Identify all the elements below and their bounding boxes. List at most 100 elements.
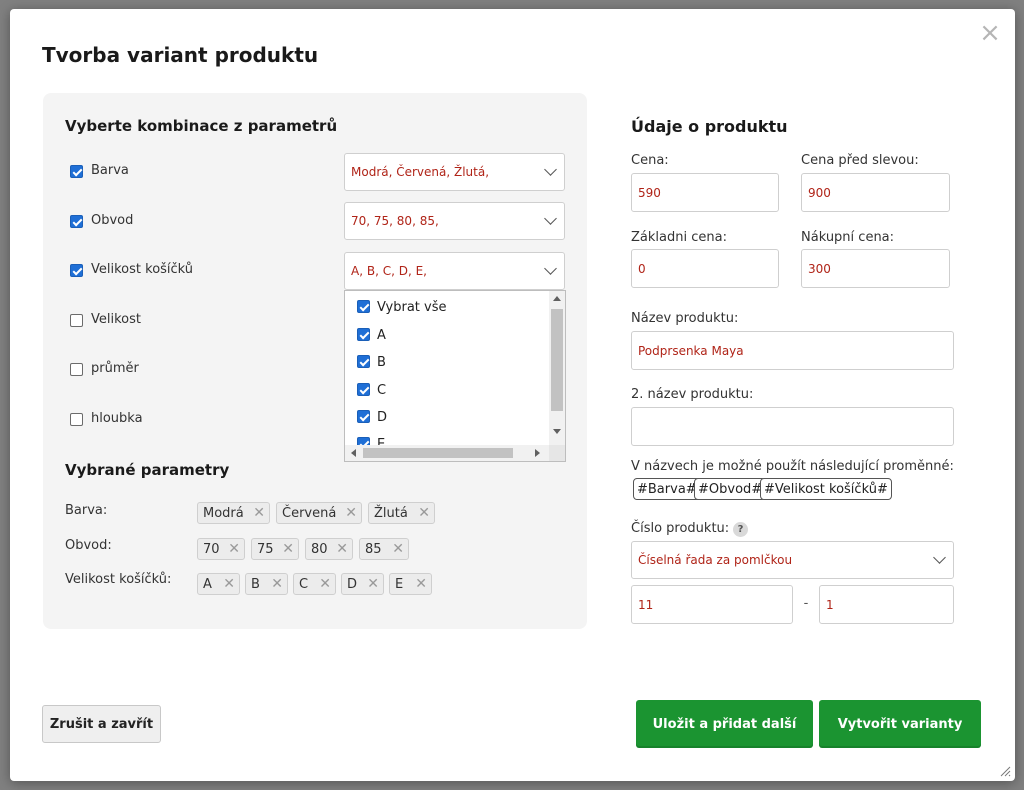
variable-chip-velikost-kosicku[interactable]: #Velikost košíčků# <box>760 478 892 500</box>
tag-label: Žlutá <box>374 505 408 521</box>
product-name2-input[interactable] <box>631 407 954 446</box>
scroll-right-icon[interactable] <box>535 449 540 457</box>
selected-tag[interactable]: 80 ✕ <box>305 538 353 560</box>
scroll-left-icon[interactable] <box>351 449 356 457</box>
selected-tag[interactable]: A ✕ <box>197 573 240 595</box>
product-name-label: Název produktu: <box>631 311 739 326</box>
selected-tag[interactable]: Modrá ✕ <box>197 502 270 524</box>
scrollbar-thumb[interactable] <box>363 448 513 458</box>
param-select-value: Modrá, Červená, Žlutá, <box>351 165 490 179</box>
remove-icon[interactable]: ✕ <box>367 576 379 592</box>
tag-label: Modrá <box>203 505 244 521</box>
param-checkbox-velikost[interactable] <box>70 314 83 327</box>
resize-handle-icon[interactable] <box>999 765 1011 777</box>
number-start-input[interactable]: 11 <box>631 585 793 624</box>
option-checkbox[interactable] <box>357 328 370 341</box>
dropdown-option[interactable]: C <box>357 380 386 400</box>
scrollbar-thumb[interactable] <box>551 309 563 411</box>
remove-icon[interactable]: ✕ <box>345 505 357 521</box>
number-mode-value: Číselná řada za pomlčkou <box>638 553 793 567</box>
create-variants-button[interactable]: Vytvořit varianty <box>819 700 981 748</box>
chevron-down-icon <box>544 212 557 225</box>
purchase-price-input[interactable]: 300 <box>801 249 950 288</box>
scroll-down-icon[interactable] <box>553 429 561 434</box>
base-price-label: Základni cena: <box>631 230 727 245</box>
param-label-velikost: Velikost <box>91 312 141 327</box>
remove-icon[interactable]: ✕ <box>253 505 265 521</box>
number-step-input[interactable]: 1 <box>819 585 954 624</box>
param-checkbox-obvod[interactable] <box>70 215 83 228</box>
param-select-value: 70, 75, 80, 85, <box>351 214 439 228</box>
param-checkbox-barva[interactable] <box>70 165 83 178</box>
selected-tag[interactable]: 70 ✕ <box>197 538 245 560</box>
selected-tag[interactable]: C ✕ <box>293 573 336 595</box>
tag-label: 75 <box>257 541 274 557</box>
old-price-input[interactable]: 900 <box>801 173 950 212</box>
chevron-down-icon <box>933 551 946 564</box>
param-checkbox-hloubka[interactable] <box>70 413 83 426</box>
param-select-velikost-kosicku[interactable]: A, B, C, D, E, <box>344 252 565 290</box>
param-label-prumer: průměr <box>91 361 139 376</box>
tag-label: E <box>395 576 404 592</box>
selected-row-label: Velikost košíčků: <box>65 572 172 587</box>
scroll-up-icon[interactable] <box>553 296 561 301</box>
selected-tag[interactable]: 85 ✕ <box>359 538 409 560</box>
base-price-value: 0 <box>638 261 646 276</box>
purchase-price-value: 300 <box>808 261 831 276</box>
remove-icon[interactable]: ✕ <box>415 576 427 592</box>
param-label-velikost-kosicku: Velikost košíčků <box>91 262 194 277</box>
remove-icon[interactable]: ✕ <box>282 541 294 557</box>
selected-tag[interactable]: E ✕ <box>389 573 432 595</box>
param-select-barva[interactable]: Modrá, Červená, Žlutá, <box>344 153 565 191</box>
remove-icon[interactable]: ✕ <box>228 541 240 557</box>
remove-icon[interactable]: ✕ <box>223 576 235 592</box>
price-label: Cena: <box>631 153 669 168</box>
close-icon[interactable]: × <box>978 20 1002 46</box>
option-label: C <box>377 382 387 398</box>
selected-tag[interactable]: D ✕ <box>341 573 384 595</box>
product-number-mode-select[interactable]: Číselná řada za pomlčkou <box>631 541 954 579</box>
remove-icon[interactable]: ✕ <box>418 505 430 521</box>
remove-icon[interactable]: ✕ <box>392 541 404 557</box>
selected-row-label: Barva: <box>65 503 108 518</box>
variable-chip-obvod[interactable]: #Obvod# <box>694 478 767 500</box>
cancel-close-button[interactable]: Zrušit a zavřít <box>42 705 161 743</box>
number-separator: - <box>803 596 809 611</box>
product-name-value: Podprsenka Maya <box>638 343 744 358</box>
selected-tag[interactable]: Červená ✕ <box>276 502 362 524</box>
tag-label: 70 <box>203 541 220 557</box>
selected-tag[interactable]: Žlutá ✕ <box>368 502 435 524</box>
selected-tag[interactable]: B ✕ <box>245 573 288 595</box>
param-label-barva: Barva <box>91 163 129 178</box>
option-checkbox[interactable] <box>357 383 370 396</box>
tag-label: A <box>203 576 212 592</box>
remove-icon[interactable]: ✕ <box>336 541 348 557</box>
tag-label: C <box>299 576 309 592</box>
dropdown-option[interactable]: D <box>357 407 387 427</box>
dropdown-option[interactable]: B <box>357 352 386 372</box>
variables-note: V názvech je možné použít následující pr… <box>631 459 954 474</box>
option-checkbox[interactable] <box>357 410 370 423</box>
parameters-heading: Vyberte kombinace z parametrů <box>65 117 338 135</box>
param-select-obvod[interactable]: 70, 75, 80, 85, <box>344 202 565 240</box>
purchase-price-label: Nákupní cena: <box>801 230 895 245</box>
price-input[interactable]: 590 <box>631 173 779 212</box>
option-checkbox[interactable] <box>357 300 370 313</box>
dropdown-option[interactable]: A <box>357 325 386 345</box>
save-add-button[interactable]: Uložit a přidat další <box>636 700 813 748</box>
param-checkbox-prumer[interactable] <box>70 363 83 376</box>
cup-size-dropdown[interactable]: Vybrat vše A B C D E <box>344 290 566 462</box>
option-label: Vybrat vše <box>377 299 447 315</box>
remove-icon[interactable]: ✕ <box>271 576 283 592</box>
selected-tag[interactable]: 75 ✕ <box>251 538 299 560</box>
dropdown-option-select-all[interactable]: Vybrat vše <box>357 297 447 317</box>
product-name2-label: 2. název produktu: <box>631 387 754 402</box>
help-icon[interactable]: ? <box>733 522 748 537</box>
variable-chip-barva[interactable]: #Barva# <box>633 478 701 500</box>
param-checkbox-velikost-kosicku[interactable] <box>70 264 83 277</box>
dialog-title: Tvorba variant produktu <box>42 43 319 67</box>
base-price-input[interactable]: 0 <box>631 249 779 288</box>
product-name-input[interactable]: Podprsenka Maya <box>631 331 954 370</box>
remove-icon[interactable]: ✕ <box>319 576 331 592</box>
option-checkbox[interactable] <box>357 355 370 368</box>
